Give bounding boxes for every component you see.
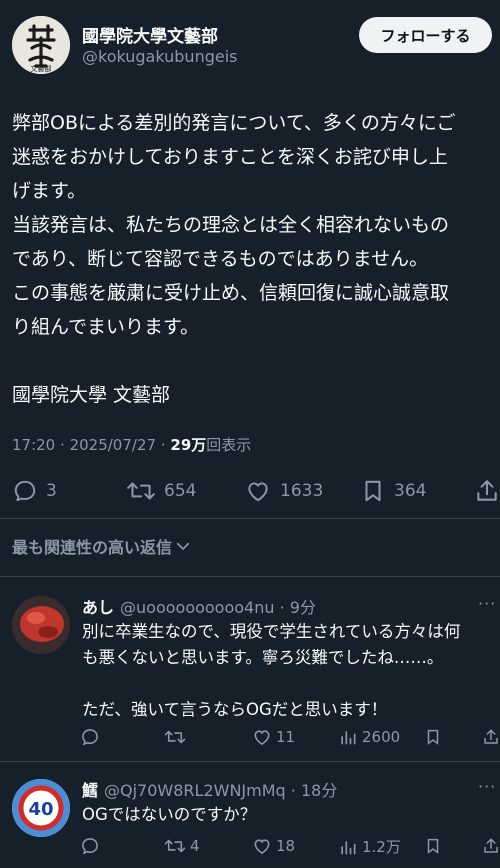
repost-button[interactable]: [164, 727, 190, 747]
reply-button[interactable]: [80, 727, 100, 747]
reply-count: 3: [46, 481, 57, 501]
meta-separator: ·: [279, 598, 285, 617]
repost-count: 654: [164, 481, 197, 501]
repost-icon: [164, 839, 186, 853]
chevron-down-icon: [176, 542, 190, 550]
reply-button[interactable]: [80, 836, 100, 856]
reply-button[interactable]: 3: [12, 478, 57, 504]
heart-icon: [254, 839, 270, 855]
repost-button[interactable]: 654: [126, 478, 196, 504]
reply-header: あし @uoooooooooo4nu · 9分: [82, 594, 316, 618]
more-options-button[interactable]: ···: [478, 777, 496, 796]
post-action-bar: 3 654 1633 364: [0, 470, 500, 514]
heart-icon: [254, 730, 270, 746]
reply-author-name[interactable]: 鱈: [82, 781, 98, 800]
like-button[interactable]: 1633: [244, 478, 323, 504]
reply-icon: [14, 480, 36, 502]
reply-header: 鱈 @Qj70W8RL2WNJmMq · 18分: [82, 777, 337, 801]
views-chart-icon: [341, 840, 356, 854]
avatar[interactable]: 文藝部: [12, 16, 70, 74]
calligraphy-logo-icon: 文藝部: [12, 16, 70, 74]
post-header: 文藝部 國學院大學文藝部 @kokugakubungeis フォローする: [0, 0, 500, 80]
reply-text: OGではないのですか？: [82, 805, 257, 824]
repost-button[interactable]: 4: [164, 836, 200, 856]
meta-separator: ·: [60, 436, 65, 454]
divider: [0, 518, 500, 519]
share-button[interactable]: [482, 727, 500, 747]
more-icon: ···: [478, 594, 497, 613]
bookmark-button[interactable]: 364: [360, 478, 426, 504]
views-label: 回表示: [206, 436, 252, 454]
like-button[interactable]: 11: [252, 727, 295, 747]
reply-author-handle[interactable]: @uoooooooooo4nu: [120, 598, 275, 617]
speed-limit-number: 40: [28, 799, 53, 820]
like-count: 11: [276, 728, 296, 746]
bookmark-icon: [365, 480, 381, 502]
more-options-button[interactable]: ···: [478, 594, 496, 613]
repost-icon: [164, 730, 186, 744]
views-count: 1.2万: [362, 838, 401, 856]
reply-item[interactable]: あし @uoooooooooo4nu · 9分 ··· 別に卒業生なので、現役で学…: [0, 577, 500, 761]
like-button[interactable]: 18: [252, 836, 295, 856]
like-count: 18: [276, 837, 296, 855]
share-button[interactable]: [482, 836, 500, 856]
reply-icon: [82, 838, 98, 855]
user-photo-icon: [12, 596, 70, 654]
author-name[interactable]: 國學院大學文藝部: [82, 22, 218, 47]
post-meta: 17:20 · 2025/07/27 · 29万回表示: [12, 434, 251, 455]
bookmark-icon: [427, 729, 439, 745]
post-time[interactable]: 17:20: [12, 436, 55, 454]
heart-icon: [248, 482, 268, 502]
share-icon: [484, 838, 498, 853]
reply-time[interactable]: 18分: [301, 781, 337, 800]
bookmark-button[interactable]: [424, 727, 442, 747]
reply-icon: [82, 729, 98, 746]
views-button[interactable]: 2600: [338, 727, 400, 747]
share-icon: [477, 480, 497, 501]
bookmark-button[interactable]: [424, 836, 442, 856]
like-count: 1633: [280, 481, 324, 501]
meta-separator: ·: [290, 781, 296, 800]
reply-time[interactable]: 9分: [290, 598, 316, 617]
author-handle[interactable]: @kokugakubungeis: [82, 47, 238, 66]
post-text: 弊部OBによる差別的発言について、多くの方々にご 迷惑をおかけしておりますことを…: [12, 112, 456, 406]
avatar-lettering: 文藝部: [31, 64, 52, 73]
share-button[interactable]: [474, 478, 500, 504]
repost-count: 4: [190, 837, 200, 855]
bookmark-count: 364: [394, 481, 427, 501]
views-chart-icon: [341, 731, 356, 745]
reply-text: 別に卒業生なので、現役で学生されている方々は何 も悪くないと思います。寧ろ災難で…: [82, 622, 461, 719]
meta-separator: ·: [160, 436, 166, 454]
reply-sort-label: 最も関連性の高い返信: [12, 538, 173, 557]
avatar[interactable]: 40: [12, 779, 70, 837]
bookmark-icon: [427, 838, 439, 854]
views-count: 29万: [170, 436, 207, 454]
repost-icon: [127, 482, 155, 500]
reply-author-name[interactable]: あし: [82, 598, 114, 617]
post-date[interactable]: 2025/07/27: [70, 436, 156, 454]
reply-author-handle[interactable]: @Qj70W8RL2WNJmMq: [104, 781, 286, 800]
more-icon: ···: [478, 777, 497, 796]
reply-item[interactable]: 40 鱈 @Qj70W8RL2WNJmMq · 18分 ··· OGではないのです…: [0, 762, 500, 868]
speed-limit-sign-icon: 40: [12, 779, 70, 837]
avatar[interactable]: [12, 596, 70, 654]
views-count: 2600: [362, 728, 401, 746]
share-icon: [484, 729, 498, 744]
views-button[interactable]: 1.2万: [338, 836, 401, 857]
reply-sort-dropdown[interactable]: 最も関連性の高い返信: [12, 534, 192, 558]
follow-button[interactable]: フォローする: [359, 17, 492, 53]
